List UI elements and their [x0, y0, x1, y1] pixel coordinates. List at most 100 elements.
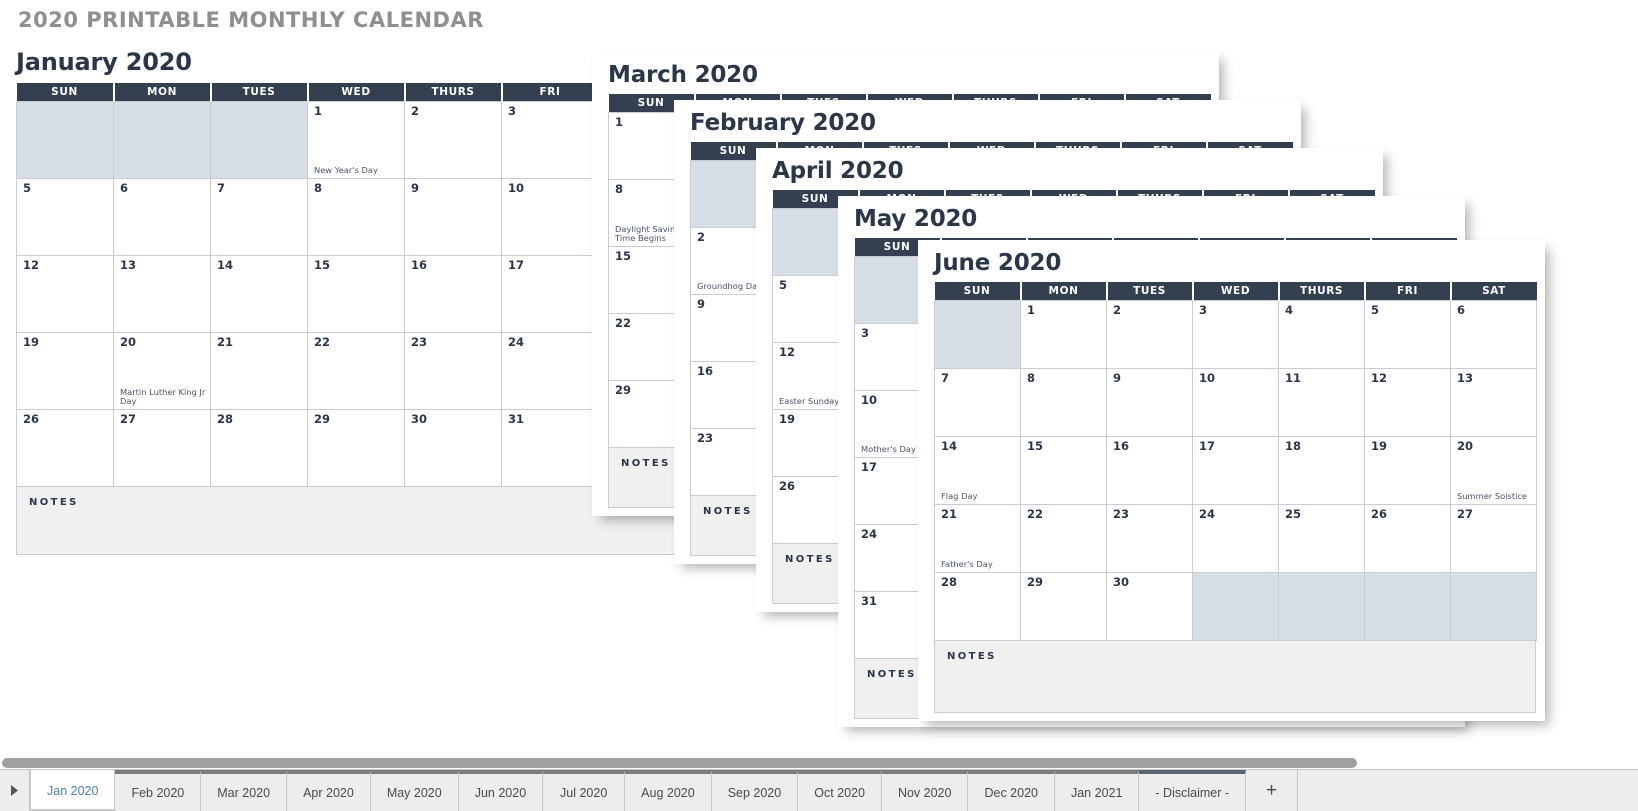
calendar-cell-day-23[interactable]: 23	[404, 331, 502, 410]
day-number: 21	[217, 334, 234, 349]
calendar-cell-day-26[interactable]: 26	[16, 408, 114, 487]
calendar-cell-day-6[interactable]: 6	[113, 177, 211, 256]
calendar-cell-day-20[interactable]: 20 Martin Luther King Jr Day	[113, 331, 211, 410]
calendar-cell-day-2[interactable]: 2	[404, 100, 502, 179]
day-number: 17	[1199, 438, 1216, 453]
day-number: 6	[1457, 302, 1466, 317]
calendar-cell-day-22[interactable]: 22	[1020, 503, 1107, 573]
notes-section-june[interactable]: NOTES	[934, 640, 1536, 713]
sheet-tab-feb-2020[interactable]: Feb 2020	[115, 770, 202, 811]
calendar-week-row: 1 2 3 4 5 6	[934, 299, 1537, 369]
calendar-cell-day-3[interactable]: 3	[1192, 299, 1279, 369]
weekday-header-sat: SAT	[1450, 282, 1537, 300]
calendar-cell-day-10[interactable]: 10	[501, 177, 599, 256]
month-title-may: May 2020	[854, 206, 978, 232]
calendar-cell-day-26[interactable]: 26	[1364, 503, 1451, 573]
calendar-cell-day-24[interactable]: 24	[501, 331, 599, 410]
calendar-cell-day-14[interactable]: 14	[210, 254, 308, 333]
calendar-cell-day-27[interactable]: 27	[1450, 503, 1537, 573]
calendar-cell-day-29[interactable]: 29	[1020, 571, 1107, 641]
calendar-cell-day-14[interactable]: 14 Flag Day	[934, 435, 1021, 505]
sheet-tab-disclaimer[interactable]: - Disclaimer -	[1139, 770, 1247, 811]
calendar-cell-day-10[interactable]: 10	[1192, 367, 1279, 437]
calendar-cell-day-24[interactable]: 24	[1192, 503, 1279, 573]
sheet-tab-jul-2020[interactable]: Jul 2020	[543, 770, 626, 811]
calendar-cell-day-6[interactable]: 6	[1450, 299, 1537, 369]
calendar-cell-empty[interactable]	[1192, 571, 1279, 641]
calendar-cell-day-21[interactable]: 21	[210, 331, 308, 410]
calendar-cell-day-7[interactable]: 7	[210, 177, 308, 256]
calendar-cell-day-22[interactable]: 22	[307, 331, 405, 410]
calendar-panel-june[interactable]: June 2020 SUN MON TUES WED THURS FRI SAT 1 2 3 4 5 6 7…	[918, 240, 1545, 721]
sheet-tab-jun-2020[interactable]: Jun 2020	[458, 770, 544, 811]
calendar-cell-day-5[interactable]: 5	[16, 177, 114, 256]
sheet-tab-mar-2020[interactable]: Mar 2020	[201, 770, 288, 811]
add-sheet-button[interactable]: +	[1246, 770, 1299, 811]
calendar-cell-day-13[interactable]: 13	[113, 254, 211, 333]
calendar-cell-day-21[interactable]: 21 Father's Day	[934, 503, 1021, 573]
horizontal-scrollbar-thumb[interactable]	[2, 758, 1357, 768]
calendar-cell-day-9[interactable]: 9	[404, 177, 502, 256]
calendar-cell-day-1[interactable]: 1 New Year's Day	[307, 100, 405, 179]
calendar-cell-day-13[interactable]: 13	[1450, 367, 1537, 437]
calendar-cell-day-31[interactable]: 31	[501, 408, 599, 487]
tab-nav-next-button[interactable]	[0, 770, 30, 811]
calendar-cell-day-9[interactable]: 9	[1106, 367, 1193, 437]
calendar-cell-day-2[interactable]: 2	[1106, 299, 1193, 369]
calendar-cell-day-16[interactable]: 16	[404, 254, 502, 333]
calendar-cell-day-29[interactable]: 29	[307, 408, 405, 487]
sheet-tab-sep-2020[interactable]: Sep 2020	[711, 770, 799, 811]
day-number: 27	[1457, 506, 1474, 521]
calendar-cell-day-4[interactable]: 4	[1278, 299, 1365, 369]
sheet-tab-dec-2020[interactable]: Dec 2020	[968, 770, 1055, 811]
weekday-header-mon: MON	[113, 83, 212, 101]
calendar-cell-day-12[interactable]: 12	[1364, 367, 1451, 437]
calendar-cell-day-27[interactable]: 27	[113, 408, 211, 487]
calendar-cell-day-5[interactable]: 5	[1364, 299, 1451, 369]
calendar-cell-day-16[interactable]: 16	[1106, 435, 1193, 505]
sheet-tab-jan-2021[interactable]: Jan 2021	[1054, 770, 1140, 811]
calendar-cell-day-25[interactable]: 25	[1278, 503, 1365, 573]
weekday-header-tues: TUES	[210, 83, 309, 101]
calendar-cell-empty[interactable]	[1364, 571, 1451, 641]
sheet-tab-apr-2020[interactable]: Apr 2020	[287, 770, 371, 811]
calendar-cell-day-19[interactable]: 19	[1364, 435, 1451, 505]
calendar-cell-day-18[interactable]: 18	[1278, 435, 1365, 505]
sheet-tab-oct-2020[interactable]: Oct 2020	[798, 770, 882, 811]
calendar-cell-day-30[interactable]: 30	[404, 408, 502, 487]
calendar-cell-day-1[interactable]: 1	[1020, 299, 1107, 369]
calendar-cell-day-17[interactable]: 17	[1192, 435, 1279, 505]
day-number: 20	[120, 334, 137, 349]
calendar-cell-day-28[interactable]: 28	[210, 408, 308, 487]
calendar-cell-empty[interactable]	[113, 100, 211, 179]
calendar-cell-day-15[interactable]: 15	[307, 254, 405, 333]
calendar-cell-day-28[interactable]: 28	[934, 571, 1021, 641]
horizontal-scrollbar-track[interactable]	[0, 757, 1638, 769]
weekday-header-fri: FRI	[501, 83, 600, 101]
calendar-cell-day-7[interactable]: 7	[934, 367, 1021, 437]
calendar-cell-empty[interactable]	[934, 299, 1021, 369]
calendar-cell-day-8[interactable]: 8	[307, 177, 405, 256]
weekday-header-sun: SUN	[16, 83, 115, 101]
calendar-cell-empty[interactable]	[1450, 571, 1537, 641]
day-number: 27	[120, 411, 137, 426]
sheet-tab-aug-2020[interactable]: Aug 2020	[625, 770, 712, 811]
calendar-cell-day-15[interactable]: 15	[1020, 435, 1107, 505]
sheet-tab-may-2020[interactable]: May 2020	[370, 770, 459, 811]
sheet-tab-nov-2020[interactable]: Nov 2020	[881, 770, 969, 811]
calendar-cell-day-30[interactable]: 30	[1106, 571, 1193, 641]
calendar-cell-day-11[interactable]: 11	[1278, 367, 1365, 437]
calendar-cell-day-3[interactable]: 3	[501, 100, 599, 179]
calendar-cell-empty[interactable]	[1278, 571, 1365, 641]
calendar-cell-day-23[interactable]: 23	[1106, 503, 1193, 573]
calendar-cell-day-19[interactable]: 19	[16, 331, 114, 410]
calendar-cell-day-20[interactable]: 20 Summer Solstice	[1450, 435, 1537, 505]
month-title-june: June 2020	[934, 250, 1062, 276]
calendar-cell-day-8[interactable]: 8	[1020, 367, 1107, 437]
day-number: 16	[1113, 438, 1130, 453]
calendar-cell-day-12[interactable]: 12	[16, 254, 114, 333]
calendar-cell-empty[interactable]	[210, 100, 308, 179]
sheet-tab-jan-2020[interactable]: Jan 2020	[30, 770, 116, 811]
calendar-cell-empty[interactable]	[16, 100, 114, 179]
calendar-cell-day-17[interactable]: 17	[501, 254, 599, 333]
